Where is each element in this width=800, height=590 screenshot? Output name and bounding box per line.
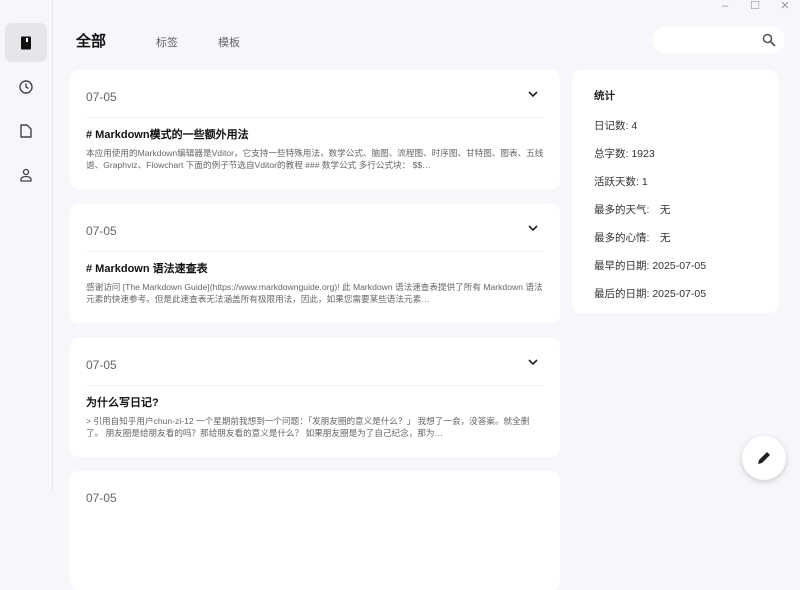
chevron-down-icon[interactable]: [528, 358, 538, 366]
new-entry-button[interactable]: [742, 436, 786, 480]
divider: [86, 251, 544, 252]
entry-card[interactable]: 07-05 # Markdown模式的一些额外用法 本应用使用的Markdown…: [70, 70, 560, 189]
entry-card[interactable]: 07-05 为什么写日记? > 引用自知乎用户chun-zi-12 一个星期前我…: [70, 338, 560, 457]
stat-active-days: 活跃天数: 1: [594, 176, 648, 188]
stat-entry-count: 日记数: 4: [594, 120, 638, 132]
entry-date: 07-05: [86, 358, 117, 372]
document-icon: [20, 123, 32, 138]
search-icon[interactable]: [762, 33, 776, 47]
divider: [86, 385, 544, 386]
stat-top-mood: 最多的心情: 无: [594, 232, 671, 244]
entry-card[interactable]: 07-05: [70, 471, 560, 590]
entry-excerpt: > 引用自知乎用户chun-zi-12 一个星期前我想到一个问题：「发朋友圈的意…: [86, 416, 530, 438]
minimize-button[interactable]: –: [710, 0, 740, 14]
entry-date: 07-05: [86, 224, 117, 238]
tab-templates[interactable]: 模板: [218, 34, 240, 50]
sidebar-item-diary[interactable]: [5, 23, 47, 62]
pencil-icon: [758, 452, 770, 464]
entry-date: 07-05: [86, 491, 117, 505]
tab-all[interactable]: 全部: [76, 30, 106, 51]
divider: [86, 117, 544, 118]
stats-title: 统计: [594, 90, 615, 102]
stat-earliest-date: 最早的日期: 2025-07-05: [594, 260, 707, 272]
stats-panel: 统计 日记数: 4 总字数: 1923 活跃天数: 1 最多的天气: 无 最多的…: [572, 70, 778, 313]
entry-excerpt: 感谢访问 [The Markdown Guide](https://www.ma…: [86, 282, 543, 304]
sidebar: [0, 0, 53, 493]
entry-card[interactable]: 07-05 # Markdown 语法速查表 感谢访问 [The Markdow…: [70, 204, 560, 323]
sidebar-item-files[interactable]: [5, 111, 47, 150]
stat-top-weather: 最多的天气: 无: [594, 204, 671, 216]
chevron-down-icon[interactable]: [528, 90, 538, 98]
sidebar-item-history[interactable]: [5, 67, 47, 106]
maximize-button[interactable]: ☐: [740, 0, 770, 14]
entry-title: # Markdown 语法速查表: [86, 263, 208, 275]
stat-latest-date: 最后的日期: 2025-07-05: [594, 288, 707, 300]
chevron-down-icon[interactable]: [528, 224, 538, 232]
close-button[interactable]: ✕: [770, 0, 800, 14]
stat-word-count: 总字数: 1923: [594, 148, 655, 160]
tab-bar: 全部 标签 模板: [76, 30, 280, 51]
tab-tags[interactable]: 标签: [156, 34, 178, 50]
user-icon: [20, 168, 32, 182]
entry-excerpt: 本应用使用的Markdown编辑器是Vditor，它支持一些特殊用法，数学公式、…: [86, 148, 544, 170]
entry-title: 为什么写日记?: [86, 397, 159, 409]
entry-title: # Markdown模式的一些额外用法: [86, 129, 249, 141]
sidebar-item-profile[interactable]: [5, 155, 47, 194]
entry-date: 07-05: [86, 90, 117, 104]
book-icon: [21, 36, 31, 49]
search-input[interactable]: [652, 27, 785, 53]
window-controls: – ☐ ✕: [710, 0, 800, 14]
clock-icon: [19, 79, 33, 94]
